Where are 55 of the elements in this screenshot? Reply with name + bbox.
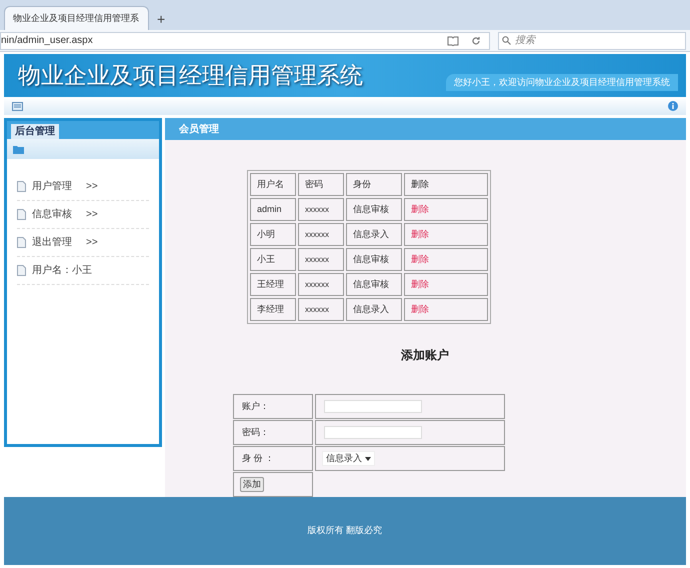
delete-link[interactable]: 删除: [411, 204, 429, 214]
account-field[interactable]: [324, 400, 422, 413]
document-icon: [17, 181, 26, 192]
window-icon[interactable]: [12, 102, 23, 110]
reader-icon[interactable]: [447, 36, 459, 46]
header-banner: 物业企业及项目经理信用管理系统 您好小王，欢迎访问物业企业及项目经理信用管理系统: [4, 54, 686, 97]
form-label: 身 份 ：: [233, 446, 313, 471]
content-title-bar: 会员管理: [165, 118, 686, 140]
table-cell: xxxxxx: [298, 223, 344, 246]
table-cell: 信息录入: [346, 223, 402, 246]
table-cell: xxxxxx: [298, 298, 344, 321]
sidebar-item[interactable]: 用户管理 >>: [17, 173, 149, 201]
folder-icon: [13, 144, 24, 154]
table-cell: 王经理: [250, 273, 296, 296]
table-cell: 信息录入: [346, 298, 402, 321]
column-header: 身份: [346, 173, 402, 196]
new-tab-button[interactable]: +: [157, 12, 166, 30]
refresh-icon[interactable]: [471, 36, 481, 46]
column-header: 密码: [298, 173, 344, 196]
table-cell: 小王: [250, 248, 296, 271]
sidebar-item[interactable]: 退出管理 >>: [17, 229, 149, 257]
document-icon: [17, 237, 26, 248]
table-cell: xxxxxx: [298, 198, 344, 221]
delete-link[interactable]: 删除: [411, 228, 429, 239]
table-cell: xxxxxx: [298, 248, 344, 271]
role-dropdown[interactable]: 信息录入: [322, 451, 375, 466]
delete-link[interactable]: 删除: [411, 278, 429, 289]
sidebar-item[interactable]: 信息审核 >>: [17, 201, 149, 229]
column-header: 删除: [404, 173, 488, 196]
footer: 版权所有 翻版必究: [4, 497, 686, 565]
document-icon: [17, 265, 26, 276]
table-cell: 信息审核: [346, 198, 402, 221]
table-cell: 信息审核: [346, 273, 402, 296]
table-cell: 信息审核: [346, 248, 402, 271]
document-icon: [17, 209, 26, 220]
form-label: 密码：: [233, 420, 313, 445]
form-label: 账户：: [233, 394, 313, 419]
form-title: 添加账户: [401, 347, 449, 364]
browser-tab[interactable]: 物业企业及项目经理信用管理系: [4, 6, 149, 30]
column-header: 用户名: [250, 173, 296, 196]
search-icon: [502, 36, 511, 44]
caret-icon: [365, 456, 371, 460]
table-cell: xxxxxx: [298, 273, 344, 296]
table-cell: 李经理: [250, 298, 296, 321]
add-button[interactable]: 添加: [240, 477, 264, 492]
sidebar-tab[interactable]: 后台管理: [11, 124, 59, 139]
sidebar-item[interactable]: 用户名：小王: [17, 257, 149, 285]
table-cell: 小明: [250, 223, 296, 246]
table-cell: admin: [250, 198, 296, 221]
delete-link[interactable]: 删除: [411, 254, 429, 264]
info-icon[interactable]: [668, 101, 678, 111]
password-field[interactable]: [324, 426, 422, 439]
address-field[interactable]: nin/admin_user.aspx: [0, 32, 490, 50]
search-field[interactable]: 搜索: [498, 32, 686, 50]
delete-link[interactable]: 删除: [411, 304, 429, 314]
